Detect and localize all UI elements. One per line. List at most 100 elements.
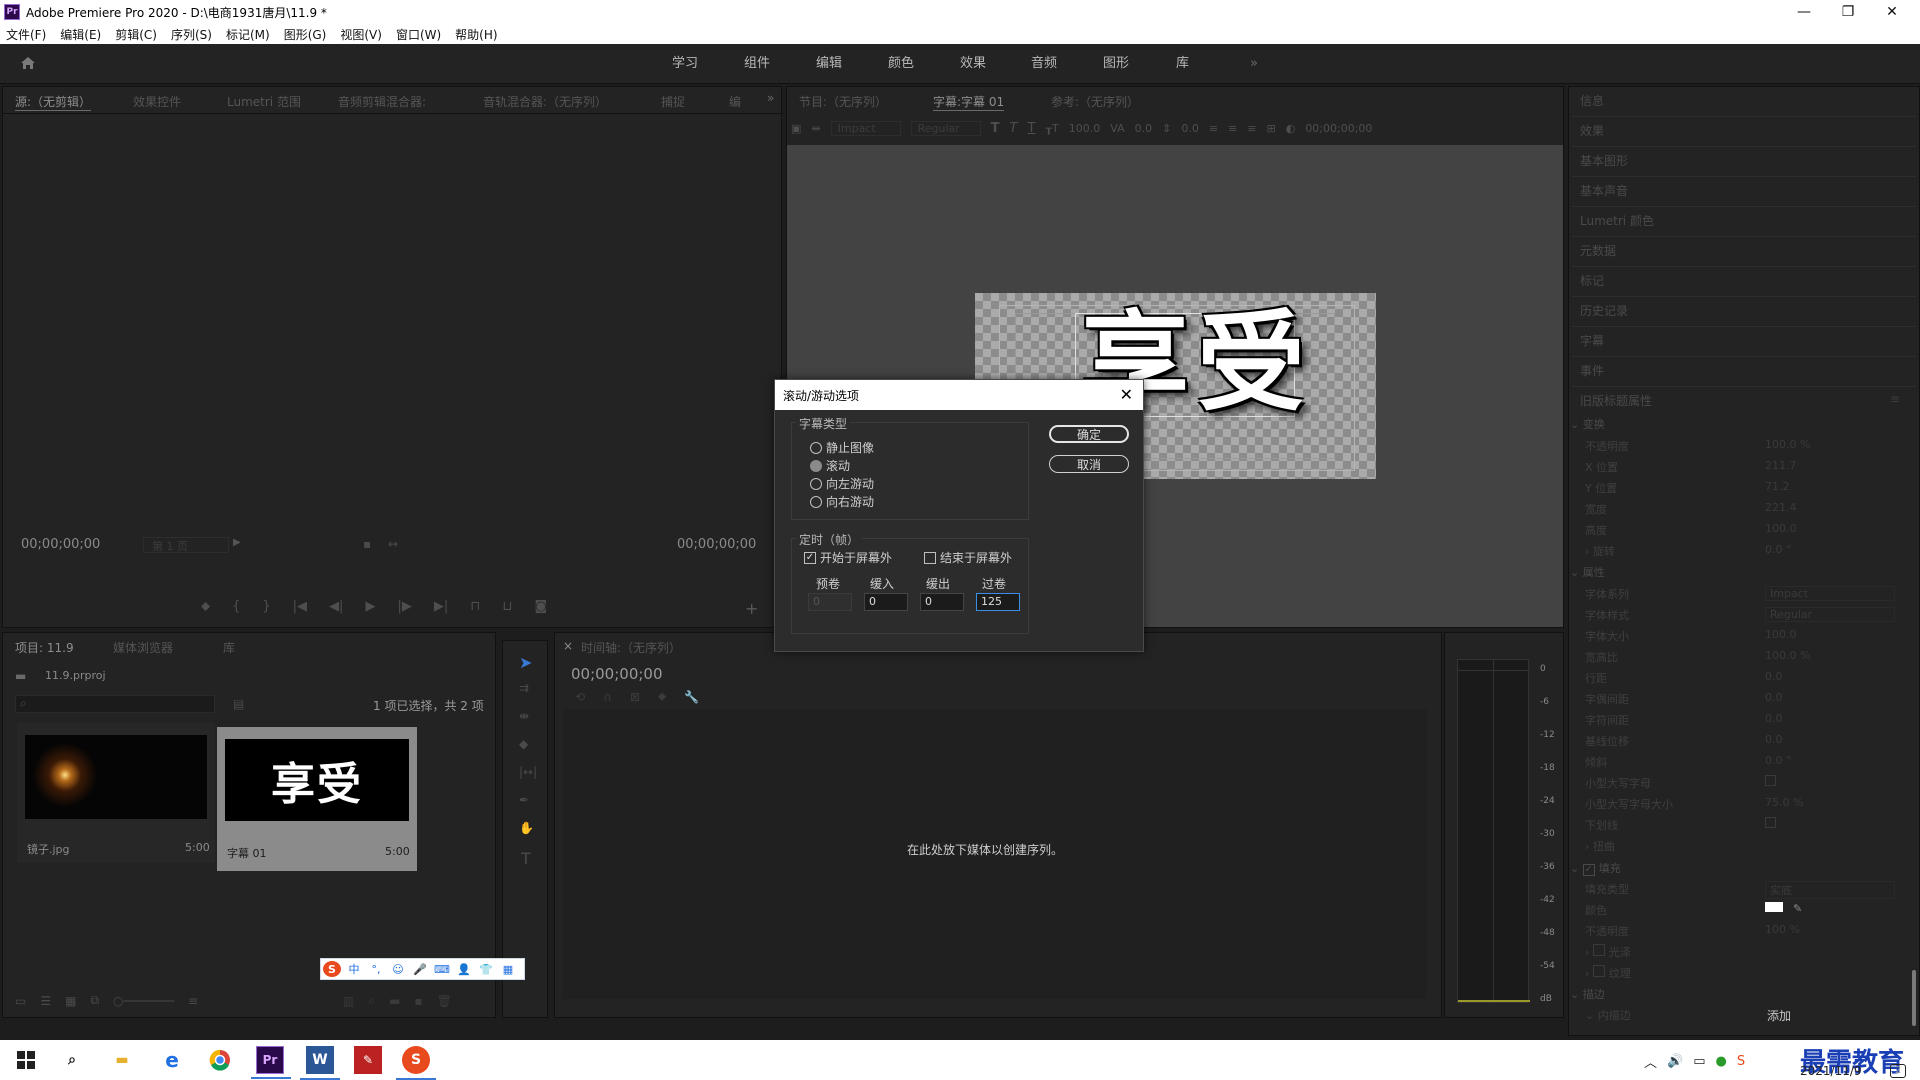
freeform-view-icon[interactable]: ⧉ bbox=[90, 993, 99, 1008]
go-to-in-icon[interactable]: |◀ bbox=[293, 599, 307, 614]
go-to-out-icon[interactable]: ▶| bbox=[434, 599, 448, 614]
sogou-taskbar-icon[interactable]: S bbox=[396, 1046, 436, 1080]
chrome-icon[interactable] bbox=[206, 1046, 234, 1074]
menu-sequence[interactable]: 序列(S) bbox=[171, 26, 212, 43]
automate-icon[interactable]: ▥ bbox=[343, 994, 354, 1008]
tab-source[interactable]: 源:（无剪辑） bbox=[15, 93, 92, 111]
tab-edit-overflow[interactable]: 编 bbox=[729, 93, 741, 110]
panel-essential-sound[interactable]: 基本声音 bbox=[1580, 182, 1628, 199]
menu-view[interactable]: 视图(V) bbox=[340, 26, 382, 43]
tab-capture[interactable]: 捕捉 bbox=[661, 93, 685, 110]
tray-chevron-icon[interactable]: ︿ bbox=[1644, 1052, 1657, 1071]
underline-checkbox[interactable] bbox=[1765, 817, 1776, 828]
step-back-icon[interactable]: ◀| bbox=[329, 599, 343, 614]
microphone-icon[interactable]: 🎤 bbox=[411, 961, 429, 977]
add-marker-timeline-icon[interactable]: ⬥ bbox=[658, 689, 666, 704]
new-bin-bottom-icon[interactable]: ▬ bbox=[389, 994, 400, 1008]
fit-icon[interactable]: ↔ bbox=[388, 537, 398, 551]
project-search-input[interactable]: ⌕ bbox=[15, 695, 215, 713]
font-style-select[interactable]: Regular bbox=[910, 120, 981, 136]
menu-help[interactable]: 帮助(H) bbox=[455, 26, 497, 43]
edge-icon[interactable]: e bbox=[158, 1046, 186, 1074]
notification-badge[interactable]: 2 bbox=[1890, 1064, 1906, 1078]
workspace-more-icon[interactable]: » bbox=[1250, 44, 1258, 84]
small-caps-checkbox[interactable] bbox=[1765, 775, 1776, 786]
play-small-icon[interactable]: ▶ bbox=[233, 537, 241, 548]
nest-icon[interactable]: ⟲ bbox=[575, 690, 585, 704]
leading-value[interactable]: 0.0 bbox=[1181, 122, 1199, 135]
ime-mode-toggle[interactable]: 中 bbox=[345, 961, 363, 977]
project-item-title01[interactable]: 享受 字幕 01 5:00 bbox=[217, 727, 417, 871]
settings-square-icon[interactable]: ▪ bbox=[363, 537, 371, 551]
panel-markers[interactable]: 标记 bbox=[1580, 272, 1604, 289]
home-icon[interactable] bbox=[20, 56, 36, 70]
tab-title-designer[interactable]: 字幕:字幕 01 bbox=[933, 93, 1005, 111]
track-select-tool-icon[interactable]: ⇉ bbox=[519, 681, 529, 695]
workspace-tab-audio[interactable]: 音频 bbox=[1031, 44, 1057, 84]
pen-tool-icon[interactable]: ✒ bbox=[519, 793, 529, 807]
windows-start-icon[interactable] bbox=[12, 1046, 40, 1074]
lock-icon[interactable]: ▭ bbox=[15, 994, 26, 1008]
snap-icon[interactable]: ∩ bbox=[603, 690, 612, 704]
properties-header[interactable]: ⌄ 属性 bbox=[1570, 564, 1900, 580]
minimize-icon[interactable]: — bbox=[1782, 0, 1826, 24]
panel-lumetri-color[interactable]: Lumetri 颜色 bbox=[1580, 212, 1654, 229]
prop-texture[interactable]: › 纹理 bbox=[1585, 965, 1915, 981]
play-icon[interactable]: ▶ bbox=[365, 599, 375, 614]
eyedropper-icon[interactable]: ✎ bbox=[1793, 902, 1802, 915]
font-family-select[interactable]: Impact bbox=[830, 120, 901, 136]
type-tool-icon[interactable]: T bbox=[521, 849, 531, 868]
panel-menu-icon[interactable]: ≡ bbox=[1890, 392, 1900, 406]
workspace-tab-effects[interactable]: 效果 bbox=[960, 44, 986, 84]
toolbox-icon[interactable]: ▦ bbox=[499, 961, 517, 977]
ease-in-input[interactable]: 0 bbox=[864, 593, 908, 611]
radio-crawl-left[interactable]: 向左游动 bbox=[810, 475, 874, 492]
source-timecode-out[interactable]: 00;00;00;00 bbox=[677, 537, 756, 552]
find-icon[interactable]: ⌕ bbox=[368, 993, 375, 1008]
align-right-icon[interactable]: ≡ bbox=[1247, 122, 1256, 135]
end-off-screen-checkbox[interactable]: 结束于屏幕外 bbox=[924, 549, 1012, 566]
prop-sheen[interactable]: › 光泽 bbox=[1585, 944, 1915, 960]
menu-edit[interactable]: 编辑(E) bbox=[60, 26, 101, 43]
word-taskbar-icon[interactable]: W bbox=[300, 1046, 340, 1080]
panel-history[interactable]: 历史记录 bbox=[1580, 302, 1628, 319]
step-forward-icon[interactable]: |▶ bbox=[397, 599, 411, 614]
razor-tool-icon[interactable]: ◆ bbox=[519, 737, 528, 751]
font-size-value[interactable]: 100.0 bbox=[1069, 122, 1101, 135]
network-icon[interactable]: ▭ bbox=[1693, 1054, 1705, 1069]
prop-distort[interactable]: › 扭曲 bbox=[1585, 838, 1915, 854]
panel-effects[interactable]: 效果 bbox=[1580, 122, 1604, 139]
fill-header[interactable]: ⌄ ✓ 填充 bbox=[1570, 860, 1900, 876]
zoom-slider[interactable]: ○─────── bbox=[113, 994, 174, 1008]
overwrite-icon[interactable]: ⊔ bbox=[502, 599, 512, 614]
sogou-logo-icon[interactable]: S bbox=[323, 961, 341, 977]
tab-timeline[interactable]: 时间轴:（无序列） bbox=[581, 639, 681, 656]
skin-icon[interactable]: 👕 bbox=[477, 961, 495, 977]
export-frame-icon[interactable]: ◙ bbox=[535, 599, 548, 614]
trash-icon[interactable]: 🗑 bbox=[437, 994, 452, 1008]
close-icon[interactable]: ✕ bbox=[1870, 0, 1914, 24]
panel-metadata[interactable]: 元数据 bbox=[1580, 242, 1616, 259]
radio-button[interactable] bbox=[810, 441, 822, 454]
page-select[interactable]: 第 1 页 bbox=[143, 537, 229, 553]
cancel-button[interactable]: 取消 bbox=[1049, 455, 1129, 473]
ok-button[interactable]: 确定 bbox=[1049, 425, 1129, 443]
panel-more-icon[interactable]: » bbox=[767, 91, 774, 105]
file-explorer-icon[interactable]: ▬ bbox=[108, 1046, 136, 1074]
start-off-screen-checkbox[interactable]: ✓ 开始于屏幕外 bbox=[804, 549, 892, 566]
maximize-icon[interactable]: ❐ bbox=[1826, 0, 1870, 24]
italic-icon[interactable]: T bbox=[1010, 121, 1018, 136]
project-item-mirror[interactable]: 镜子.jpg 5:00 bbox=[17, 723, 215, 863]
workspace-tab-editing[interactable]: 编辑 bbox=[816, 44, 842, 84]
mark-out-icon[interactable]: } bbox=[262, 599, 270, 614]
insert-icon[interactable]: ⊓ bbox=[470, 599, 480, 614]
radio-button[interactable] bbox=[810, 477, 822, 490]
tab-program[interactable]: 节目:（无序列） bbox=[799, 93, 887, 110]
tab-audio-track-mixer[interactable]: 音轨混合器:（无序列） bbox=[483, 93, 607, 110]
dialog-close-icon[interactable]: ✕ bbox=[1120, 385, 1133, 404]
underline-icon[interactable]: T bbox=[1027, 121, 1035, 136]
tab-stops-icon[interactable]: ⊞ bbox=[1266, 122, 1275, 135]
ease-out-input[interactable]: 0 bbox=[920, 593, 964, 611]
menu-graphics[interactable]: 图形(G) bbox=[284, 26, 327, 43]
align-center-icon[interactable]: ≡ bbox=[1228, 122, 1237, 135]
